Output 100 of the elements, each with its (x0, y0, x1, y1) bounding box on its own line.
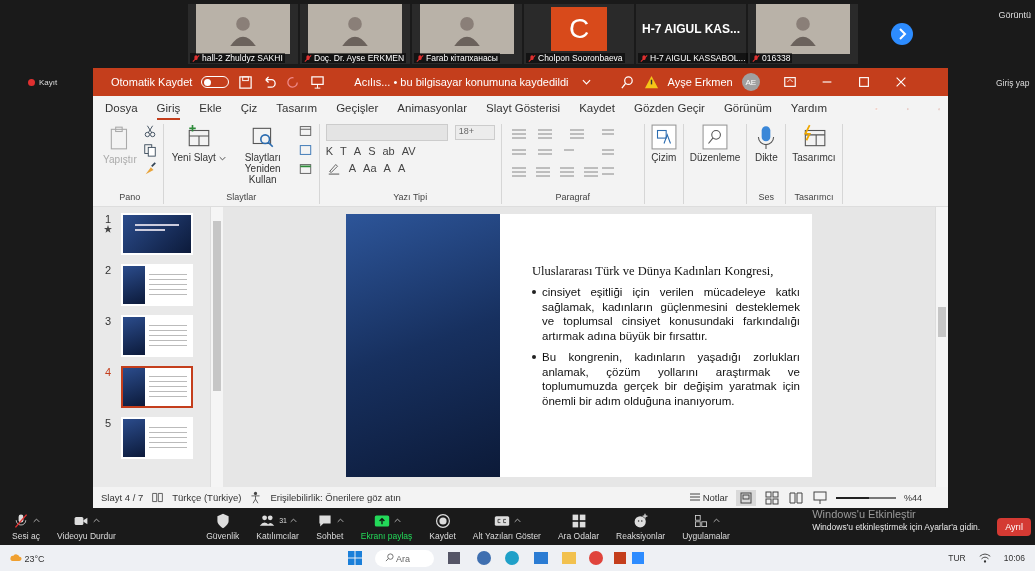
participant-name: Cholpon Sooronbaeva (538, 53, 623, 63)
ribbon-tab[interactable]: Slayt Gösterisi (486, 98, 561, 120)
reading-view-icon[interactable] (788, 489, 804, 506)
accessibility-label[interactable]: Erişilebilirlik: Önerilere göz atın (270, 492, 401, 503)
chevron-up-icon[interactable] (393, 518, 401, 523)
taskbar-apps-drawing[interactable] (445, 549, 646, 567)
new-slide-button[interactable]: Yeni Slayt (169, 124, 228, 163)
search-icon[interactable] (619, 74, 635, 90)
cloud-sun-icon (10, 552, 22, 562)
slide-number: 3 (104, 315, 112, 327)
user-name[interactable]: Ayşe Erkmen (667, 76, 733, 88)
ribbon-display-icon[interactable] (782, 75, 797, 89)
ribbon-tab[interactable]: Gözden Geçir (633, 98, 705, 120)
format-button[interactable]: S (368, 145, 376, 157)
drawing-button[interactable]: Çizim (650, 124, 677, 163)
slide-thumbnail[interactable] (121, 315, 193, 357)
copy-icon[interactable] (142, 143, 157, 157)
slide-thumbnail[interactable] (121, 366, 193, 408)
ribbon-tab[interactable]: Animasyonlar (397, 98, 467, 120)
chevron-up-icon[interactable] (336, 518, 344, 523)
editing-button[interactable]: Düzenleme (689, 124, 741, 163)
format-button[interactable]: T (340, 145, 347, 157)
designer-button[interactable]: Tasarımcı (792, 124, 836, 163)
save-icon[interactable] (238, 74, 254, 90)
warning-icon (643, 74, 659, 90)
slide-thumbnail[interactable] (121, 213, 193, 255)
present-icon[interactable] (310, 74, 326, 90)
participant-name: H-7 AIGUL KASSABOL... (650, 53, 746, 63)
maximize-icon[interactable] (856, 75, 871, 89)
format-button[interactable]: AV (401, 145, 416, 157)
react-toolbar-button[interactable]: Reaksiyonlar (616, 512, 666, 541)
scissors-icon[interactable] (142, 124, 157, 138)
chevron-up-icon[interactable] (513, 518, 521, 523)
group-label: Yazı Tipi (392, 192, 429, 204)
chevron-up-icon[interactable] (33, 518, 40, 523)
ribbon-tab[interactable]: Yardım (790, 98, 828, 120)
chevron-up-icon[interactable] (289, 518, 297, 523)
ribbon-tab[interactable]: Tasarım (276, 98, 318, 120)
video-toolbar-button[interactable]: Videoyu Durdur (57, 512, 116, 541)
ribbon-tab[interactable]: Geçişler (336, 98, 379, 120)
ribbon-tab[interactable]: Dosya (105, 98, 138, 120)
mic-toolbar-button[interactable]: Sesi aç (12, 512, 40, 541)
slide-thumbnail[interactable] (121, 264, 193, 306)
sign-in-link[interactable]: Giriş yap (996, 78, 1030, 88)
notes-button[interactable]: Notlar (690, 492, 728, 503)
book-icon[interactable] (151, 491, 165, 504)
ribbon-tab[interactable]: Giriş (156, 98, 181, 120)
slide-thumbnail[interactable] (121, 417, 193, 459)
clock[interactable]: 10:06 (1003, 553, 1025, 563)
font-name-field[interactable] (325, 124, 448, 141)
shield-toolbar-button[interactable]: Güvenlik (206, 512, 240, 541)
format-button[interactable]: Aa (363, 162, 377, 174)
ribbon-tab[interactable]: Çiz (240, 98, 258, 120)
weather-widget[interactable]: 23°C (10, 552, 45, 564)
zoom-level[interactable]: %44 (904, 492, 922, 503)
format-button[interactable]: A (353, 145, 362, 157)
slideshow-icon[interactable] (812, 489, 828, 506)
wifi-icon[interactable] (977, 551, 992, 565)
slide-title: Uluslararası Türk ve Dünya Kadınları Kongresi, (532, 264, 775, 279)
scrollbar[interactable] (935, 207, 948, 487)
apps-toolbar-button[interactable]: Uygulamalar (682, 512, 730, 541)
section-icon[interactable] (297, 162, 313, 176)
layout-icon[interactable] (297, 124, 313, 138)
grid-view-icon[interactable] (764, 489, 780, 506)
zoom-slider[interactable] (836, 496, 896, 499)
windows-start-icon[interactable] (346, 550, 363, 566)
chevron-up-icon[interactable] (93, 518, 101, 523)
cc-toolbar-button[interactable]: Alt Yazıları Göster (472, 512, 541, 541)
autosave-label: Otomatik Kaydet (111, 76, 193, 88)
ribbon-tab[interactable]: Ekle (199, 98, 222, 120)
chevron-up-icon[interactable] (713, 518, 721, 523)
chat-toolbar-button[interactable]: Sohbet (315, 512, 344, 541)
language-label[interactable]: Türkçe (Türkiye) (172, 492, 242, 503)
font-size-field[interactable]: 18+ (454, 125, 495, 140)
ribbon-tab[interactable]: Kaydet (579, 98, 615, 120)
taskbar-search-field[interactable]: Ara (374, 549, 434, 567)
dictate-button[interactable]: Dikte (753, 124, 780, 163)
chevron-down-icon[interactable] (581, 79, 591, 85)
next-page-button[interactable] (890, 22, 914, 46)
format-button[interactable]: ab (382, 145, 395, 157)
scrollbar[interactable] (210, 207, 223, 487)
document-title[interactable]: Acılıs... • bu bilgisayar konumuna kaydedildi (354, 76, 569, 88)
rooms-toolbar-button[interactable]: Ara Odalar (557, 512, 600, 541)
reuse-slides-button[interactable]: Slaytları Yeniden Kullan (233, 124, 292, 185)
reset-icon[interactable] (297, 143, 313, 157)
share-toolbar-button[interactable]: Ekranı paylaş (360, 512, 413, 541)
slide-number: 2 (104, 264, 112, 276)
format-button[interactable]: A (383, 162, 391, 174)
leave-button[interactable]: Ayrıl (997, 517, 1031, 536)
format-button[interactable]: K (325, 145, 334, 157)
participant-name: hall-2 Zhuldyz SAKHI (202, 53, 283, 63)
input-language[interactable]: TUR (948, 553, 966, 563)
view-label[interactable]: Görüntü (998, 10, 1031, 20)
format-button[interactable]: A (348, 162, 357, 174)
accessibility-icon[interactable] (249, 491, 263, 504)
format-button[interactable]: A (397, 162, 406, 174)
activation-hint: Windows'u etkinleştirmek için Ayarlar'a gidin. (812, 522, 981, 532)
ribbon-tab[interactable]: Görünüm (723, 98, 772, 120)
record-toolbar-button[interactable]: Kaydet (429, 512, 456, 541)
normal-view-icon[interactable] (736, 489, 756, 506)
